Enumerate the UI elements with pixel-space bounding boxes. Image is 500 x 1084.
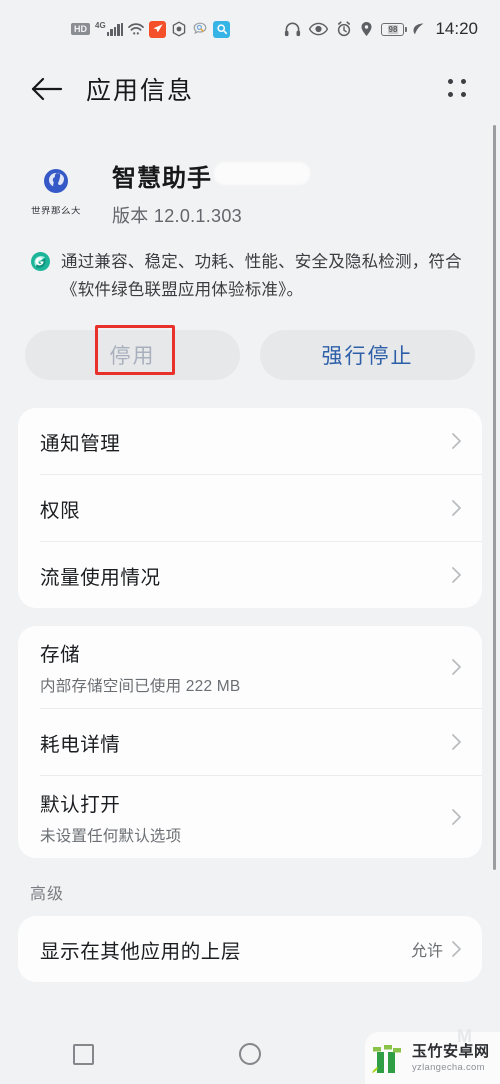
blue-search-icon — [213, 20, 231, 38]
app-identity-block: 世界那么大 智慧助手 版本 12.0.1.303 — [0, 120, 500, 228]
row-display-over-other-apps[interactable]: 显示在其他应用的上层 允许 — [18, 916, 482, 982]
recents-button[interactable] — [48, 1029, 118, 1079]
grid-dots-icon[interactable] — [440, 71, 474, 105]
wifi-icon — [128, 22, 145, 36]
battery-level-label: 98 — [387, 24, 399, 34]
app-bar: 应用信息 — [0, 58, 500, 120]
force-stop-button[interactable]: 强行停止 — [260, 330, 475, 380]
signal-4g-icon: 4G — [95, 20, 124, 36]
headphones-icon — [284, 22, 301, 37]
row-title: 流量使用情况 — [40, 566, 161, 589]
smart-assistant-app-icon — [41, 166, 71, 196]
watermark-site-url: yzlangecha.com — [412, 1061, 485, 1073]
chevron-right-icon — [451, 940, 462, 958]
chevron-right-icon — [451, 808, 462, 826]
app-icon-caption: 世界那么大 — [30, 206, 81, 217]
status-bar: HD 4G 98 14:20 — [0, 0, 500, 58]
row-title: 通知管理 — [40, 432, 121, 455]
phone-screen: HD 4G 98 14:20 应用信息 世界那么大 智慧助手 版本 12.0.1… — [0, 0, 500, 1084]
action-buttons: 停用 强行停止 — [25, 325, 475, 380]
hexagon-shield-icon — [171, 21, 187, 37]
location-pin-icon — [360, 21, 373, 37]
speech-bubble-search-icon — [192, 21, 208, 37]
settings-card-advanced: 显示在其他应用的上层 允许 — [18, 916, 482, 982]
row-value: 允许 — [410, 943, 443, 960]
chevron-right-icon — [451, 566, 462, 584]
eye-comfort-icon — [309, 22, 329, 36]
vertical-scrollbar[interactable] — [493, 125, 496, 870]
watermark-ghost-mark: M — [457, 1026, 472, 1046]
settings-card-1: 通知管理 权限 流量使用情况 — [18, 408, 482, 608]
row-open-by-default[interactable]: 默认打开 未设置任何默认选项 — [18, 776, 482, 858]
row-data-usage[interactable]: 流量使用情况 — [18, 542, 482, 608]
status-bar-left-icons: HD 4G — [71, 20, 231, 38]
watermark-texts: 玉竹安卓网 yzlangecha.com — [412, 1042, 490, 1073]
hd-badge-icon: HD — [71, 23, 90, 35]
row-permissions[interactable]: 权限 — [18, 475, 482, 541]
certification-note: 通过兼容、稳定、功耗、性能、安全及隐私检测，符合《软件绿色联盟应用体验标准》。 — [30, 248, 470, 304]
app-name: 智慧助手 — [112, 165, 212, 192]
section-label-advanced: 高级 — [30, 886, 65, 903]
settings-card-2: 存储 内部存储空间已使用 222 MB 耗电详情 默认打开 未设置任何默认选项 — [18, 626, 482, 858]
green-alliance-badge-icon — [30, 248, 52, 304]
signal-bars-icon — [106, 22, 124, 36]
bamboo-logo-icon — [371, 1041, 407, 1075]
row-subtitle: 未设置任何默认选项 — [40, 828, 182, 845]
row-notification-management[interactable]: 通知管理 — [18, 408, 482, 474]
back-button[interactable] — [22, 64, 72, 114]
row-title: 耗电详情 — [40, 733, 121, 756]
home-button[interactable] — [215, 1029, 285, 1079]
row-battery-details[interactable]: 耗电详情 — [18, 709, 482, 775]
redaction-overlay — [216, 164, 308, 183]
arrow-left-icon — [31, 77, 63, 101]
watermark-site-name: 玉竹安卓网 — [412, 1042, 490, 1060]
battery-icon: 98 — [381, 22, 407, 36]
chevron-right-icon — [451, 499, 462, 517]
chevron-right-icon — [451, 432, 462, 450]
power-saving-leaf-icon — [412, 22, 425, 36]
circle-home-icon — [238, 1043, 261, 1065]
app-version: 版本 12.0.1.303 — [112, 206, 242, 226]
certification-text: 通过兼容、稳定、功耗、性能、安全及隐私检测，符合《软件绿色联盟应用体验标准》。 — [61, 253, 462, 299]
scroll-content[interactable]: 世界那么大 智慧助手 版本 12.0.1.303 通过兼容、稳定、功耗、性能、安… — [0, 120, 500, 1024]
row-storage[interactable]: 存储 内部存储空间已使用 222 MB — [18, 626, 482, 708]
disable-button[interactable]: 停用 — [25, 330, 240, 380]
app-icon-container: 世界那么大 — [0, 152, 112, 228]
row-title: 存储 — [40, 644, 81, 666]
app-meta: 智慧助手 版本 12.0.1.303 — [112, 152, 308, 228]
row-subtitle: 内部存储空间已使用 222 MB — [40, 678, 241, 695]
chevron-right-icon — [451, 733, 462, 751]
row-title: 默认打开 — [40, 794, 121, 816]
site-watermark: M 玉竹安卓网 yzlangecha.com — [365, 1026, 500, 1084]
chevron-right-icon — [451, 658, 462, 676]
row-title: 显示在其他应用的上层 — [40, 940, 242, 963]
page-title: 应用信息 — [86, 77, 195, 105]
alarm-clock-icon — [336, 21, 352, 37]
status-bar-clock: 14:20 — [435, 19, 478, 38]
status-bar-right-icons: 98 14:20 — [284, 19, 478, 39]
square-recents-icon — [72, 1043, 94, 1065]
row-title: 权限 — [40, 499, 81, 522]
signal-4g-label: 4G — [95, 20, 106, 30]
orange-rocket-icon — [149, 20, 167, 38]
